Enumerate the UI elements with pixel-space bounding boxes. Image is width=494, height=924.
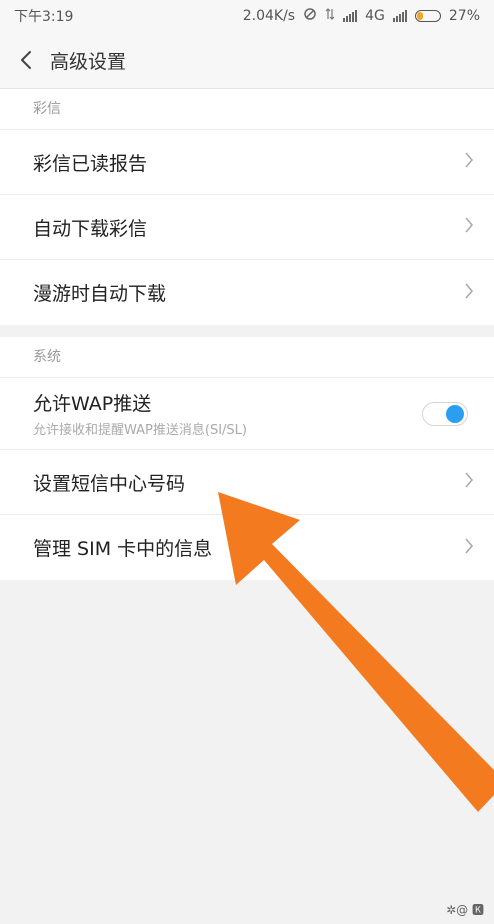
row-label: 设置短信中心号码 (33, 472, 186, 495)
chevron-right-icon (464, 216, 474, 238)
manage-sim-messages-row[interactable]: 管理 SIM 卡中的信息 (0, 515, 494, 580)
toggle-knob (446, 404, 464, 423)
battery-icon (414, 10, 441, 22)
chevron-right-icon (464, 471, 474, 493)
wap-push-toggle[interactable] (422, 401, 468, 426)
signal-icon (343, 10, 358, 22)
row-label: 管理 SIM 卡中的信息 (33, 538, 213, 560)
battery-fill (416, 12, 423, 20)
row-label: 彩信已读报告 (33, 152, 148, 175)
signal-icon-2 (392, 10, 407, 22)
chevron-right-icon (464, 537, 474, 559)
roaming-auto-download-row[interactable]: 漫游时自动下载 (0, 260, 494, 325)
row-label: 允许WAP推送 (33, 393, 152, 415)
auto-download-mms-row[interactable]: 自动下载彩信 (0, 195, 494, 260)
mms-read-report-row[interactable]: 彩信已读报告 (0, 130, 494, 195)
row-label: 自动下载彩信 (33, 217, 148, 240)
back-icon[interactable] (4, 32, 48, 88)
status-time: 下午3:19 (14, 9, 74, 25)
wap-push-row[interactable]: 允许WAP推送 允许接收和提醒WAP推送消息(SI/SL) (0, 378, 494, 450)
chevron-right-icon (464, 151, 474, 173)
sms-center-number-row[interactable]: 设置短信中心号码 (0, 450, 494, 515)
row-sublabel: 允许接收和提醒WAP推送消息(SI/SL) (33, 423, 247, 438)
status-bar: 下午3:19 2.04K/s 4G 27% (0, 0, 494, 32)
net-speed: 2.04K/s (242, 8, 296, 24)
section-mms: 彩信 彩信已读报告 自动下载彩信 漫游时自动下载 (0, 89, 494, 325)
section-system: 系统 允许WAP推送 允许接收和提醒WAP推送消息(SI/SL) 设置短信中心号… (0, 337, 494, 580)
battery-percent: 27% (448, 8, 480, 24)
sync-icon (303, 7, 317, 25)
row-label: 漫游时自动下载 (33, 283, 167, 305)
page-title: 高级设置 (50, 50, 127, 73)
section-title-system: 系统 (0, 337, 494, 378)
section-title-mms: 彩信 (0, 89, 494, 130)
watermark-icon: ✲@ 🅺 (446, 903, 484, 917)
status-right: 2.04K/s 4G 27% (243, 7, 480, 25)
data-transfer-icon (325, 7, 335, 25)
header: 高级设置 (0, 32, 494, 89)
chevron-right-icon (464, 282, 474, 304)
network-type: 4G (365, 8, 385, 24)
